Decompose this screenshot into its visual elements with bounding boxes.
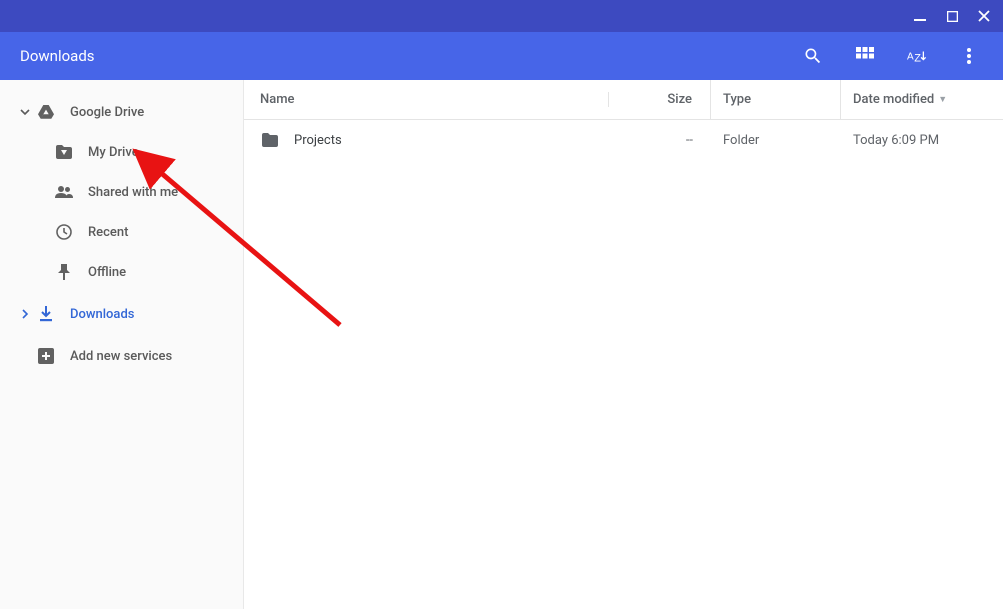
grid-view-icon[interactable] — [855, 46, 875, 66]
svg-text:Z: Z — [914, 52, 921, 64]
file-row[interactable]: Projects -- Folder Today 6:09 PM — [244, 120, 1003, 160]
file-date: Today 6:09 PM — [841, 133, 1003, 148]
clock-icon — [54, 224, 74, 240]
window-titlebar — [0, 0, 1003, 32]
content-area: Google Drive My Drive Shared with me Rec… — [0, 80, 1003, 609]
sidebar-item-shared[interactable]: Shared with me — [0, 172, 243, 212]
search-icon[interactable] — [803, 46, 823, 66]
sidebar-item-add-services[interactable]: Add new services — [0, 336, 243, 376]
column-header-size[interactable]: Size — [609, 80, 711, 119]
file-name: Projects — [294, 133, 609, 148]
download-icon — [36, 306, 56, 322]
file-type: Folder — [711, 133, 841, 148]
sidebar-label: Downloads — [70, 307, 134, 322]
chevron-right-icon — [16, 309, 34, 319]
close-button[interactable] — [977, 9, 991, 23]
page-title: Downloads — [20, 47, 803, 65]
sidebar-item-offline[interactable]: Offline — [0, 252, 243, 292]
sidebar-label: Google Drive — [70, 105, 144, 120]
more-vert-icon[interactable] — [959, 46, 979, 66]
sidebar-item-downloads[interactable]: Downloads — [0, 294, 243, 334]
sidebar-item-my-drive[interactable]: My Drive — [0, 132, 243, 172]
column-header-type[interactable]: Type — [711, 80, 841, 119]
sidebar-label: Add new services — [70, 349, 172, 364]
people-icon — [54, 186, 74, 198]
my-drive-icon — [54, 145, 74, 159]
sidebar-item-google-drive[interactable]: Google Drive — [0, 92, 243, 132]
app-header: Downloads A Z — [0, 32, 1003, 80]
sidebar-label: Recent — [88, 225, 128, 240]
sort-desc-icon: ▼ — [938, 94, 947, 105]
sidebar: Google Drive My Drive Shared with me Rec… — [0, 80, 244, 609]
sidebar-label: Offline — [88, 265, 126, 280]
file-list: Name Size Type Date modified ▼ Projects … — [244, 80, 1003, 609]
sidebar-label: My Drive — [88, 145, 139, 160]
plus-box-icon — [36, 348, 56, 364]
svg-text:A: A — [907, 52, 914, 63]
drive-logo-icon — [36, 105, 56, 119]
file-size: -- — [609, 133, 711, 148]
sidebar-label: Shared with me — [88, 185, 178, 200]
maximize-button[interactable] — [945, 9, 959, 23]
pin-icon — [54, 264, 74, 280]
column-header-row: Name Size Type Date modified ▼ — [244, 80, 1003, 120]
header-actions: A Z — [803, 46, 987, 66]
minimize-button[interactable] — [913, 9, 927, 23]
column-header-name[interactable]: Name — [244, 92, 609, 107]
sort-az-icon[interactable]: A Z — [907, 46, 927, 66]
sidebar-item-recent[interactable]: Recent — [0, 212, 243, 252]
folder-icon — [260, 133, 280, 147]
column-header-date[interactable]: Date modified ▼ — [841, 92, 1003, 107]
chevron-down-icon — [16, 107, 34, 117]
